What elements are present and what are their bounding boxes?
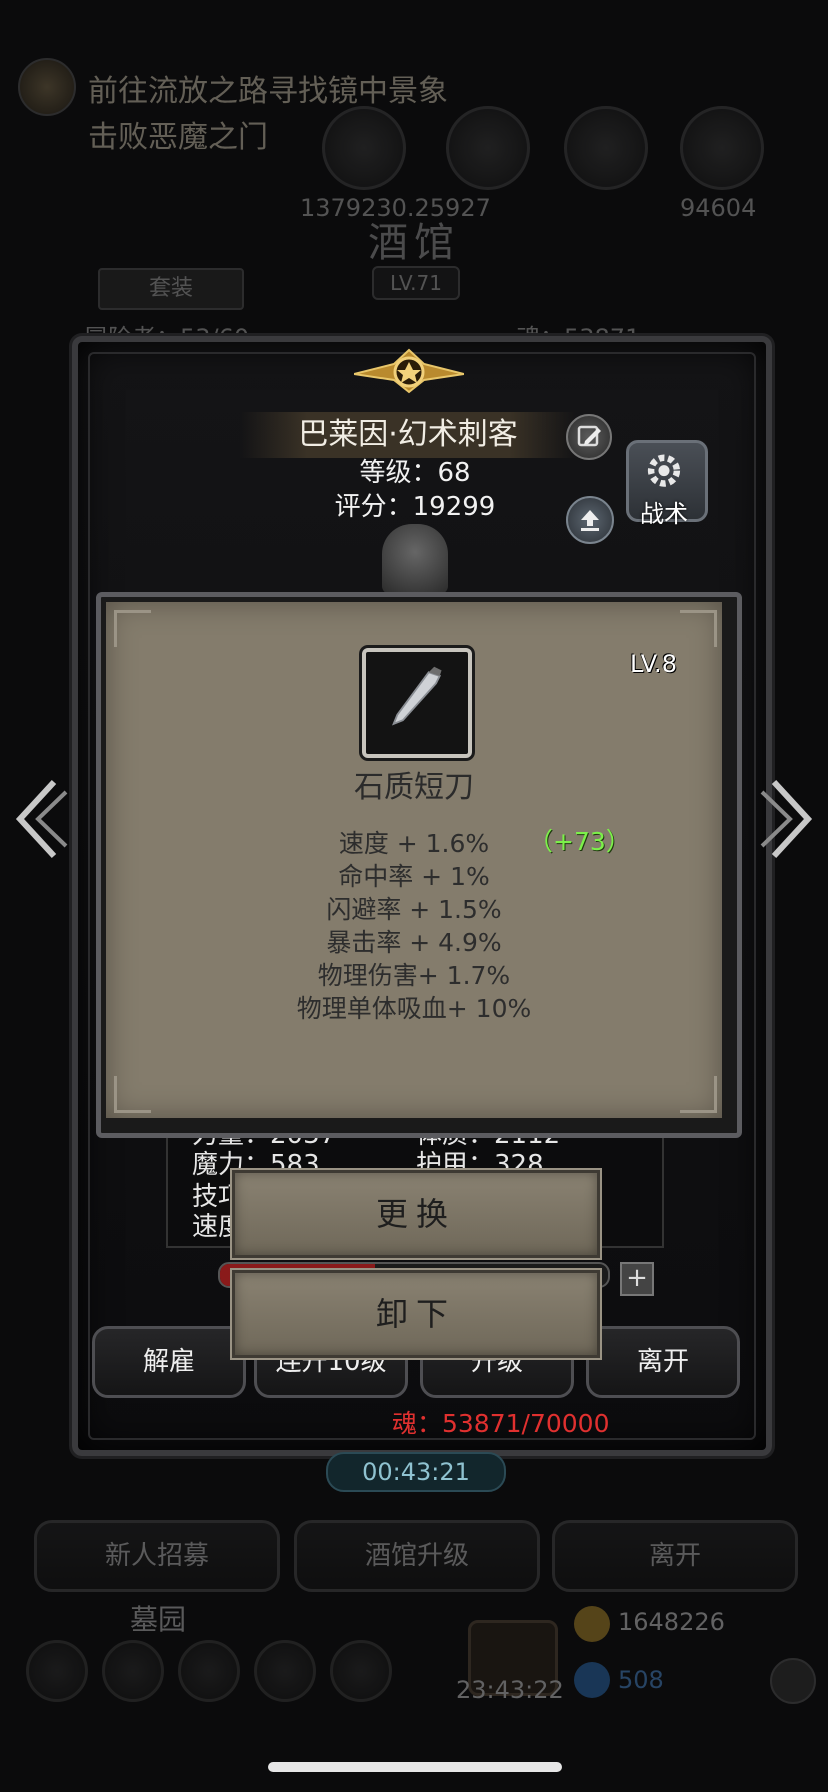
- quest-line-1[interactable]: 前往流放之路寻找镜中景象: [88, 66, 448, 110]
- suit-button[interactable]: 套装: [98, 268, 244, 310]
- soul-progress: 魂：53871/70000: [392, 1409, 610, 1438]
- speed-bonus: （+73）: [528, 827, 631, 856]
- resource-orb-3[interactable]: [564, 106, 648, 190]
- upload-icon: [581, 510, 599, 531]
- item-stat-accuracy: 命中率 + 1%: [338, 862, 490, 891]
- unequip-button[interactable]: 卸下: [232, 1270, 600, 1358]
- item-level: LV.8: [630, 650, 677, 678]
- tavern-title: 酒馆: [368, 220, 460, 266]
- recruit-button[interactable]: 新人招募: [34, 1520, 280, 1592]
- gold-amount: 1648226: [618, 1608, 725, 1636]
- bottom-nav-icon-5[interactable]: [330, 1640, 392, 1702]
- hero-portrait: [382, 524, 448, 594]
- bottom-nav-icon-4[interactable]: [254, 1640, 316, 1702]
- corner-ornament: [680, 1076, 717, 1113]
- replace-button[interactable]: 更换: [232, 1170, 600, 1258]
- timer: 00:43:21: [326, 1452, 506, 1492]
- hero-level: 等级：68: [359, 458, 471, 488]
- tavern-level: LV.71: [372, 266, 460, 300]
- resource-orb-1[interactable]: [322, 106, 406, 190]
- add-exp-button[interactable]: +: [620, 1262, 654, 1296]
- leave-button[interactable]: 离开: [586, 1326, 740, 1398]
- corner-ornament: [114, 610, 151, 647]
- crest-emblem-icon: [354, 348, 464, 394]
- hero-score: 评分：19299: [334, 492, 496, 522]
- cemetery-label[interactable]: 墓园: [130, 1598, 186, 1638]
- resource-orb-2[interactable]: [446, 106, 530, 190]
- home-indicator[interactable]: [268, 1762, 562, 1772]
- corner-ornament: [114, 1076, 151, 1113]
- gem-amount: 508: [618, 1666, 664, 1694]
- item-name: 石质短刀: [354, 770, 474, 805]
- next-hero-arrow-icon[interactable]: [758, 774, 818, 864]
- bottom-nav-icon-2[interactable]: [102, 1640, 164, 1702]
- dismiss-button[interactable]: 解雇: [92, 1326, 246, 1398]
- item-stat-physical-damage: 物理伤害+ 1.7%: [317, 961, 511, 990]
- tactic-label[interactable]: 战术: [626, 494, 702, 529]
- bottom-nav-icon-3[interactable]: [178, 1640, 240, 1702]
- chest-timer: 23:43:22: [456, 1676, 564, 1704]
- dagger-icon: [391, 666, 442, 726]
- item-slot: [362, 648, 472, 758]
- item-stat-crit: 暴击率 + 4.9%: [326, 928, 502, 957]
- item-stat-dodge: 闪避率 + 1.5%: [326, 895, 502, 924]
- item-stat-lifesteal: 物理单体吸血+ 10%: [296, 994, 532, 1023]
- bottom-leave-button[interactable]: 离开: [552, 1520, 798, 1592]
- tavern-upgrade-button[interactable]: 酒馆升级: [294, 1520, 540, 1592]
- add-currency-icon[interactable]: [770, 1658, 816, 1704]
- prev-hero-arrow-icon[interactable]: [10, 774, 70, 864]
- share-button[interactable]: [566, 496, 614, 544]
- resource-orb-4[interactable]: [680, 106, 764, 190]
- bottom-nav-icon-1[interactable]: [26, 1640, 88, 1702]
- gold-coin-icon: [574, 1606, 610, 1642]
- gem-icon: [574, 1662, 610, 1698]
- quest-icon[interactable]: [18, 58, 76, 116]
- quest-line-2[interactable]: 击败恶魔之门: [88, 112, 268, 156]
- corner-ornament: [680, 610, 717, 647]
